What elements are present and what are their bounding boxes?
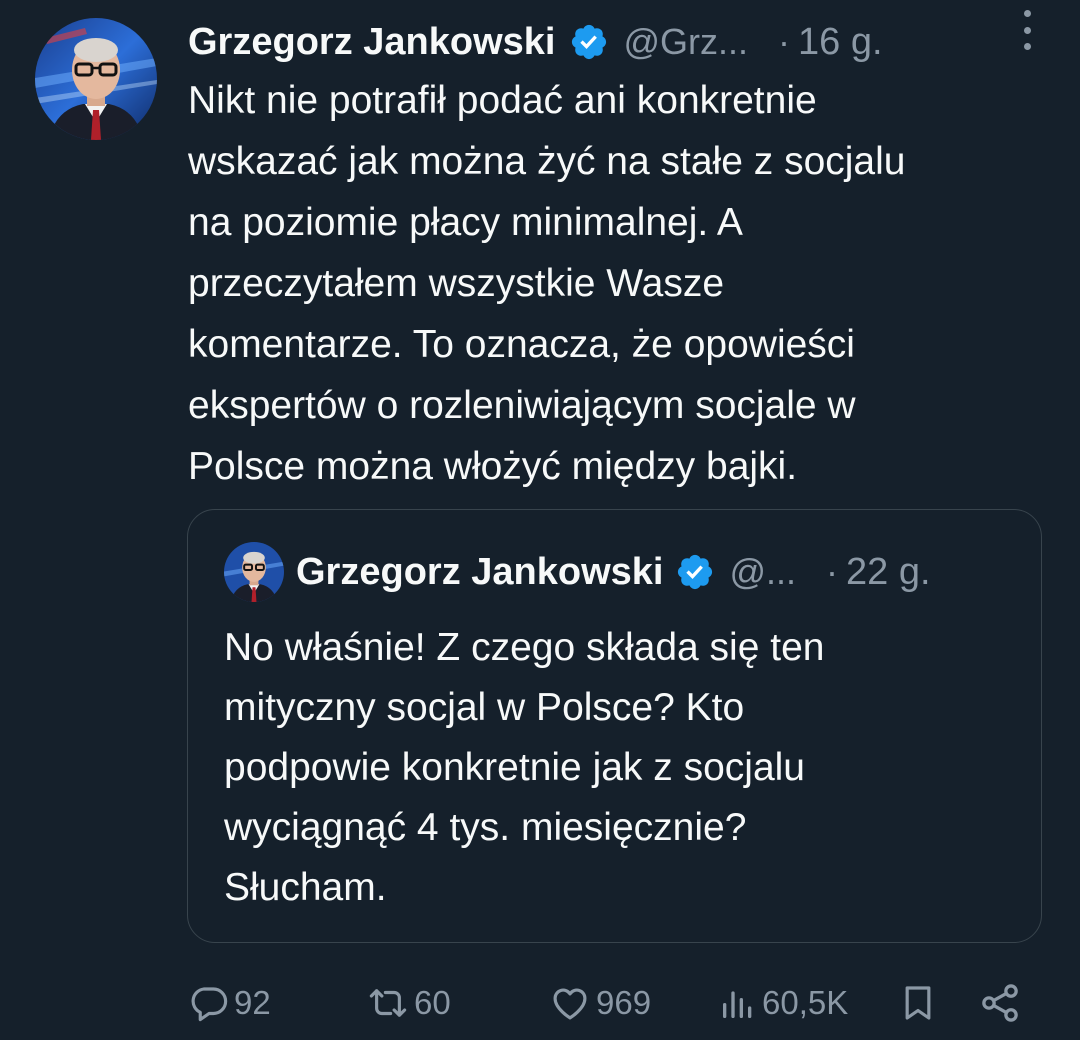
like-button[interactable]: 969 (548, 975, 651, 1031)
tweet-text-line: ekspertów o rozleniwiającym socjale w (188, 384, 856, 427)
tweet-text-line: Polsce można włożyć między bajki. (188, 445, 798, 488)
tweet: Grzegorz Jankowski @Grz... · 16 g. Nikt … (0, 0, 1080, 1040)
quoted-tweet[interactable]: Grzegorz Jankowski @... · 22 g. No właśn… (187, 509, 1042, 943)
tweet-text-line: Nikt nie potrafił podać ani konkretnie (188, 79, 817, 122)
time-separator: · (826, 551, 839, 592)
repost-button[interactable]: 60 (366, 975, 451, 1031)
share-icon (982, 984, 1018, 1022)
views-button[interactable]: 60,5K (718, 975, 848, 1031)
like-count: 969 (596, 984, 652, 1021)
quoted-text-line: No właśnie! Z czego składa się ten (224, 626, 825, 669)
quoted-author-name[interactable]: Grzegorz Jankowski (296, 551, 663, 594)
tweet-text-line: na poziomie płacy minimalnej. A (188, 201, 743, 244)
views-icon (723, 991, 752, 1018)
quoted-tweet-time[interactable]: 22 g. (846, 551, 931, 594)
verified-badge-icon (572, 24, 607, 60)
views-count: 60,5K (762, 984, 849, 1021)
tweet-time[interactable]: 16 g. (798, 21, 883, 64)
bookmark-icon (905, 986, 931, 1020)
quoted-tweet-header: Grzegorz Jankowski @... · 22 g. (296, 544, 931, 600)
time-separator: · (778, 21, 791, 62)
author-name[interactable]: Grzegorz Jankowski (188, 21, 555, 64)
repost-count: 60 (414, 984, 451, 1021)
quoted-tweet-text: No właśnie! Z czego składa się ten mityc… (224, 618, 824, 918)
tweet-text: Nikt nie potrafił podać ani konkretnie w… (188, 70, 1048, 497)
tweet-text-line: komentarze. To oznacza, że opowieści (188, 323, 855, 366)
tweet-text-line: przeczytałem wszystkie Wasze (188, 262, 725, 305)
tweet-text-line: wskazać jak można żyć na stałe z socjalu (188, 140, 906, 183)
avatar-image (35, 18, 157, 140)
like-icon (553, 988, 587, 1020)
quoted-author-handle[interactable]: @... (729, 551, 796, 593)
action-bar: 92 60 969 60,5K (188, 975, 1038, 1031)
bookmark-button[interactable] (898, 975, 938, 1031)
repost-icon (369, 989, 407, 1017)
author-avatar[interactable] (35, 18, 157, 140)
reply-count: 92 (234, 984, 271, 1021)
reply-button[interactable]: 92 (188, 975, 271, 1031)
quoted-avatar-image (224, 542, 284, 602)
tweet-header: Grzegorz Jankowski @Grz... · 16 g. (188, 14, 1048, 70)
quoted-text-line: Słucham. (224, 866, 387, 909)
author-handle[interactable]: @Grz... (623, 21, 748, 63)
more-vertical-icon[interactable] (1012, 10, 1042, 50)
share-button[interactable] (978, 975, 1022, 1031)
verified-badge-icon (678, 554, 713, 590)
reply-icon (191, 987, 228, 1022)
quoted-text-line: wyciągnąć 4 tys. miesięcznie? (224, 806, 747, 849)
quoted-text-line: mityczny socjal w Polsce? Kto (224, 686, 745, 729)
quoted-text-line: podpowie konkretnie jak z socjalu (224, 746, 806, 789)
quoted-author-avatar[interactable] (224, 542, 284, 602)
